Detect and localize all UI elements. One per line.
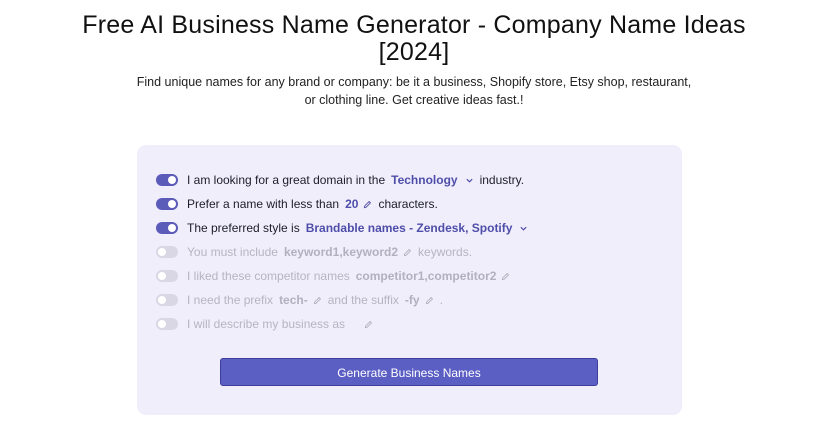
pencil-icon bbox=[313, 296, 321, 304]
style-value: Brandable names - Zendesk, Spotify bbox=[305, 221, 513, 235]
prefix-label: I need the prefix bbox=[187, 293, 274, 307]
length-toggle[interactable] bbox=[156, 198, 178, 210]
industry-value: Technology bbox=[391, 173, 458, 187]
description-row: I will describe my business as bbox=[156, 316, 379, 332]
chevron-down-icon bbox=[520, 226, 528, 231]
description-toggle[interactable] bbox=[156, 318, 178, 330]
style-select[interactable]: Brandable names - Zendesk, Spotify bbox=[300, 221, 535, 235]
competitors-label: I liked these competitor names bbox=[187, 269, 350, 283]
keywords-label: You must include bbox=[187, 245, 278, 259]
pencil-icon bbox=[425, 296, 433, 304]
chevron-down-icon bbox=[465, 178, 473, 183]
page-subtitle: Find unique names for any brand or compa… bbox=[136, 75, 692, 107]
generator-form-panel: I am looking for a great domain in the T… bbox=[137, 145, 682, 415]
competitors-input[interactable]: competitor1,competitor2 bbox=[350, 269, 517, 283]
description-input[interactable] bbox=[353, 320, 379, 329]
prefix-value: tech- bbox=[279, 293, 308, 307]
competitors-toggle[interactable] bbox=[156, 270, 178, 282]
industry-label: I am looking for a great domain in the bbox=[187, 173, 386, 187]
style-row: The preferred style is Brandable names -… bbox=[156, 220, 534, 236]
suffix-input[interactable]: -fy bbox=[399, 293, 440, 307]
page-title-line2: [2024] bbox=[378, 38, 450, 66]
suffix-value: -fy bbox=[404, 293, 420, 307]
competitors-row: I liked these competitor names competito… bbox=[156, 268, 516, 284]
prefix-suffix-toggle[interactable] bbox=[156, 294, 178, 306]
keywords-input[interactable]: keyword1,keyword2 bbox=[278, 245, 418, 259]
competitors-value: competitor1,competitor2 bbox=[355, 269, 497, 283]
generate-button[interactable]: Generate Business Names bbox=[220, 358, 598, 386]
page-title: Free AI Business Name Generator - Compan… bbox=[0, 12, 828, 66]
keywords-value: keyword1,keyword2 bbox=[283, 245, 399, 259]
industry-toggle[interactable] bbox=[156, 174, 178, 186]
industry-select[interactable]: Technology bbox=[385, 173, 479, 187]
suffix-label: and the suffix bbox=[327, 293, 399, 307]
keywords-row: You must include keyword1,keyword2 keywo… bbox=[156, 244, 472, 260]
pencil-icon bbox=[364, 320, 373, 328]
description-label: I will describe my business as bbox=[187, 317, 346, 331]
prefix-suffix-end: . bbox=[439, 293, 443, 307]
pencil-icon bbox=[364, 200, 372, 208]
style-label: The preferred style is bbox=[187, 221, 300, 235]
length-input[interactable]: 20 bbox=[339, 197, 378, 211]
keywords-toggle[interactable] bbox=[156, 246, 178, 258]
style-toggle[interactable] bbox=[156, 222, 178, 234]
industry-suffix: industry. bbox=[479, 173, 525, 187]
length-row: Prefer a name with less than 20 characte… bbox=[156, 196, 438, 212]
length-label: Prefer a name with less than bbox=[187, 197, 340, 211]
pencil-icon bbox=[502, 272, 510, 280]
prefix-input[interactable]: tech- bbox=[273, 293, 328, 307]
page-title-line1: Free AI Business Name Generator - Compan… bbox=[82, 11, 746, 39]
keywords-suffix: keywords. bbox=[418, 245, 473, 259]
industry-row: I am looking for a great domain in the T… bbox=[156, 172, 524, 188]
length-value: 20 bbox=[345, 197, 359, 211]
prefix-suffix-row: I need the prefix tech- and the suffix -… bbox=[156, 292, 443, 308]
pencil-icon bbox=[403, 248, 412, 256]
length-suffix: characters. bbox=[378, 197, 438, 211]
